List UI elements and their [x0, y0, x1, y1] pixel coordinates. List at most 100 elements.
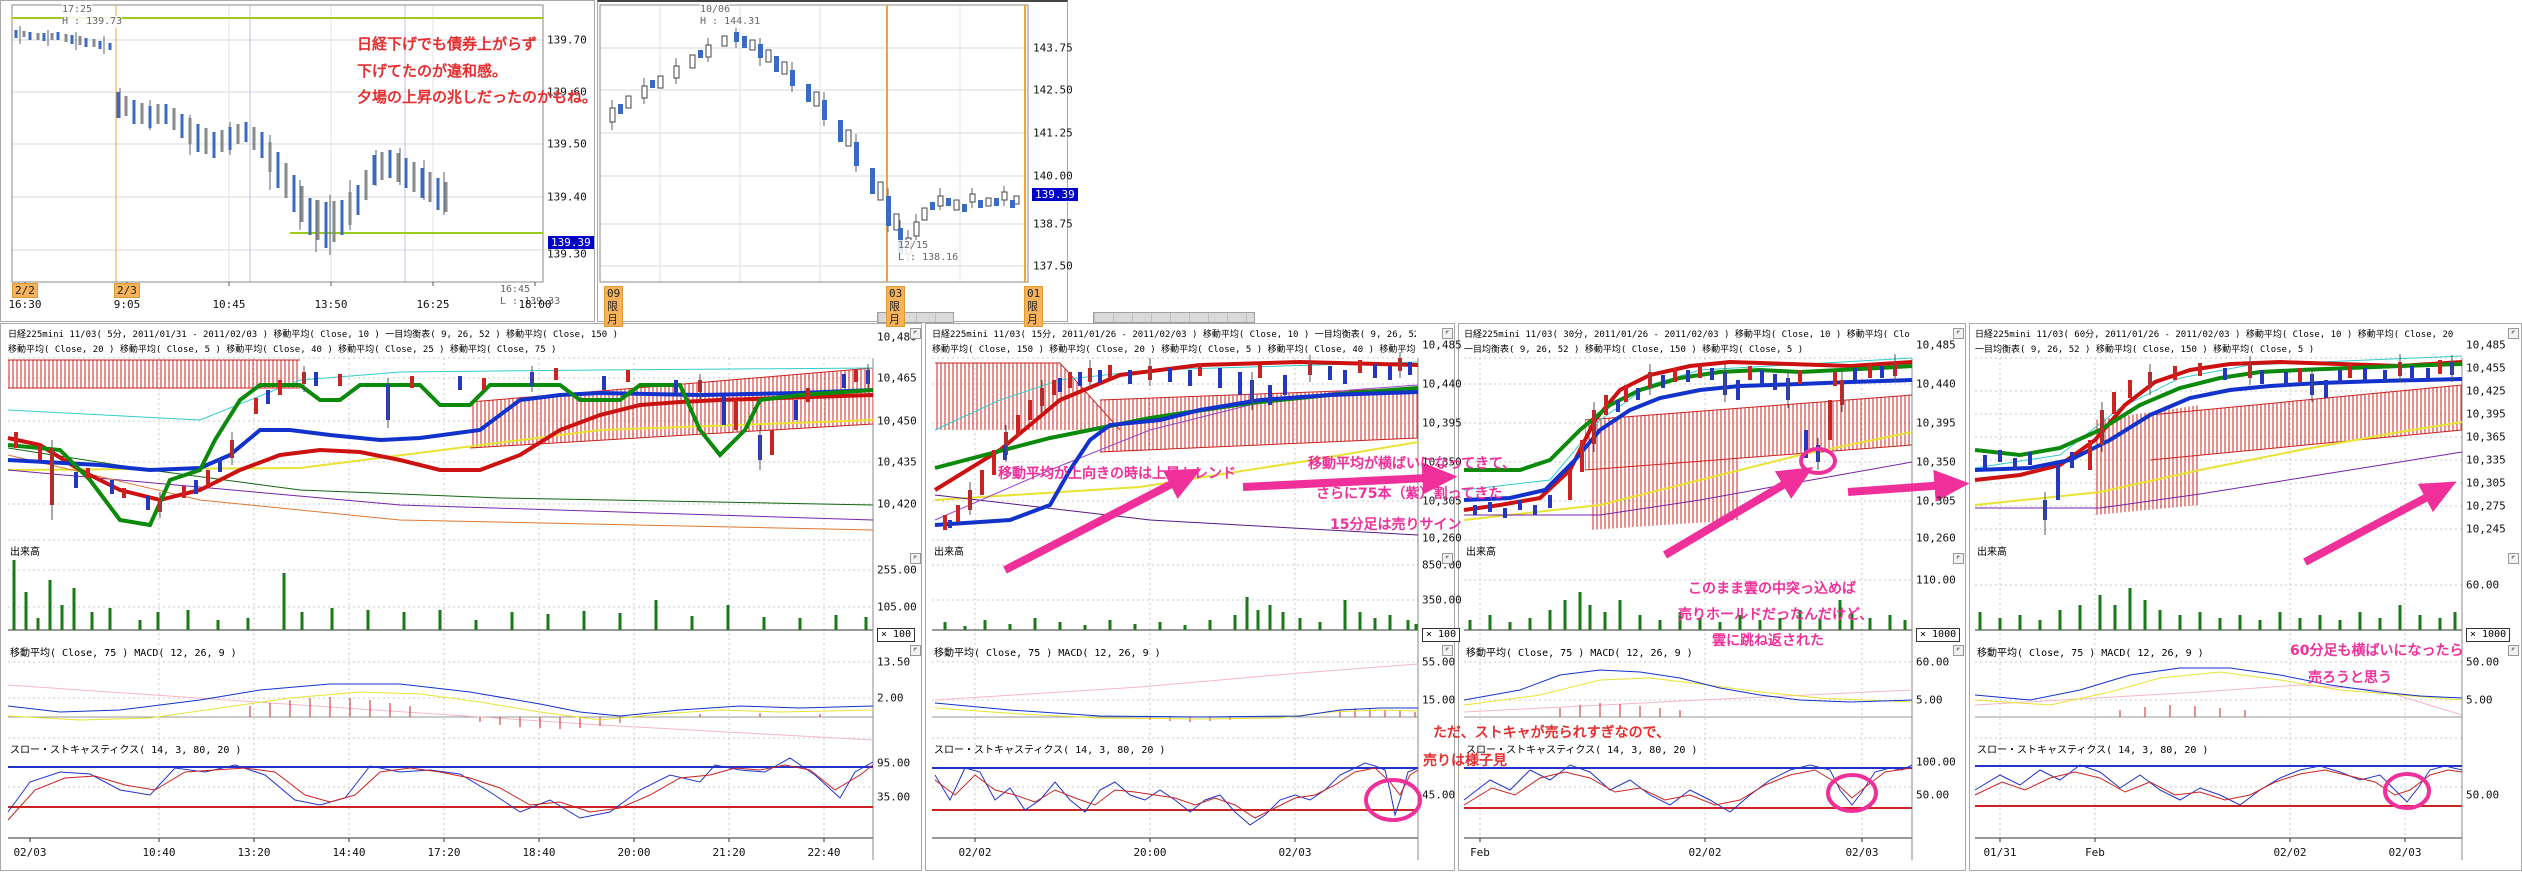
x-axis-tick-label: 01/31 [1983, 846, 2016, 859]
x-axis-tick-label: 02/02 [958, 846, 991, 859]
y-axis-tick-label: 10,260 [1916, 532, 1956, 545]
x-axis-tick-label: 02/03 [1278, 846, 1311, 859]
panel2-macd [935, 664, 1418, 722]
x-axis-tick-label: 02/03 [1845, 846, 1878, 859]
y-axis-tick-label: 10,395 [2466, 408, 2506, 421]
low-marker-time: 12/15 [898, 240, 928, 252]
y-axis-tick-label: 110.00 [1916, 574, 1956, 587]
panel3-volume-label: 出来高 [1466, 543, 1496, 558]
bond-annotation-line3: 夕場の上昇の兆しだったのかもね。 [357, 86, 597, 107]
low-marker-value: L : 138.16 [898, 252, 958, 264]
section-resize-icon[interactable]: ◤ [2508, 553, 2519, 564]
y-axis-tick-label: 55.00 [1422, 656, 1455, 669]
section-resize-icon[interactable]: ◤ [1442, 645, 1453, 656]
x-axis-tick-label: 9:05 [114, 298, 141, 311]
y-axis-tick-label: 5.00 [1916, 694, 1943, 707]
panel3-volume-scale-badge: × 1000 [1916, 628, 1960, 642]
y-axis-tick-label: 10,485 [1916, 339, 1956, 352]
y-axis-tick-label: 10,435 [877, 456, 917, 469]
x-axis-tick-label: 02/03 [2388, 846, 2421, 859]
p3-cloud-note-1: このまま雲の中突っ込めば [1688, 578, 1856, 598]
panel1-volume-scale-badge: × 100 [877, 628, 915, 642]
panel2-volume-scale-badge: × 100 [1422, 628, 1460, 642]
y-axis-tick-label: 35.00 [877, 791, 910, 804]
bond-daily-candles [610, 24, 1019, 262]
high-marker-value: H : 139.73 [62, 16, 122, 28]
y-axis-tick-label: 10,305 [1916, 495, 1956, 508]
x-axis-tick-label: 13:20 [237, 846, 270, 859]
low-marker-time: 16:45 [500, 284, 530, 296]
y-axis-tick-label: 143.75 [1033, 42, 1073, 55]
trading-app-screenshot: { "colors":{"accent_pink":"#f0309a","ann… [0, 0, 2522, 872]
x-axis-tick-label: 10:40 [142, 846, 175, 859]
y-axis-tick-label: 141.25 [1033, 127, 1073, 140]
section-resize-icon[interactable]: ◤ [1953, 553, 1964, 564]
panel1-title-line2: 移動平均( Close, 20 ) 移動平均( Close, 5 ) 移動平均(… [8, 342, 870, 355]
y-axis-tick-label: 10,485 [1422, 339, 1462, 352]
panel2-title: 日経225mini 11/03( 15分, 2011/01/26 - 2011/… [932, 327, 1416, 340]
x-axis-tick-label: 10:45 [212, 298, 245, 311]
high-marker-value: H : 144.31 [700, 16, 760, 28]
p2-sell-signal-note: 15分足は売りサイン [1330, 514, 1461, 534]
section-resize-icon[interactable]: ◤ [1442, 553, 1453, 564]
expiry-month-badge: 03限月 [886, 286, 905, 327]
panel4-macd-header: 移動平均( Close, 75 ) MACD( 12, 26, 9 ) [1977, 644, 2204, 659]
y-axis-tick-label: 2.00 [877, 692, 904, 705]
y-axis-tick-label: 15.00 [1422, 694, 1455, 707]
section-resize-icon[interactable]: ◤ [910, 645, 921, 656]
date-badge: 2/3 [114, 283, 140, 298]
x-axis-tick-label: Feb [1470, 846, 1490, 859]
p4-sideways-note-1: 60分足も横ばいになったら [2290, 640, 2463, 660]
y-axis-tick-label: 50.00 [2466, 656, 2499, 669]
y-axis-tick-label: 10,395 [1916, 417, 1956, 430]
x-axis-tick-label: 21:20 [712, 846, 745, 859]
p2-stoch-note-1: ただ、ストキャが売られすぎなので、 [1433, 722, 1670, 742]
bond-daily-grid [600, 5, 1028, 282]
p3-cloud-note-2: 売りホールドだったんだけど、 [1678, 604, 1873, 624]
panel1-volume-label: 出来高 [10, 543, 40, 558]
x-axis-tick-label: 14:40 [332, 846, 365, 859]
y-axis-tick-label: 139.50 [547, 138, 587, 151]
panel1-moving-averages [8, 368, 873, 530]
y-axis-tick-label: 50.00 [2466, 789, 2499, 802]
panel2-title-line2: 移動平均( Close, 150 ) 移動平均( Close, 20 ) 移動平… [932, 342, 1416, 355]
section-resize-icon[interactable]: ◤ [1442, 328, 1453, 339]
y-axis-tick-label: 10,395 [1422, 417, 1462, 430]
y-axis-tick-label: 45.00 [1422, 789, 1455, 802]
section-resize-icon[interactable]: ◤ [1953, 328, 1964, 339]
section-resize-icon[interactable]: ◤ [2508, 328, 2519, 339]
panel2-macd-header: 移動平均( Close, 75 ) MACD( 12, 26, 9 ) [934, 644, 1161, 659]
high-marker-time: 17:25 [62, 4, 92, 16]
x-axis-tick-label: 17:20 [427, 846, 460, 859]
y-axis-tick-label: 10,245 [2466, 523, 2506, 536]
y-axis-tick-label: 350.00 [1422, 594, 1462, 607]
section-resize-icon[interactable]: ◤ [1953, 645, 1964, 656]
panel4-title-line2: 一目均衡表( 9, 26, 52 ) 移動平均( Close, 150 ) 移動… [1975, 342, 2460, 355]
x-axis-tick-label: 02/02 [2273, 846, 2306, 859]
section-resize-icon[interactable]: ◤ [2508, 645, 2519, 656]
panel2-stoch-header: スロー・ストキャスティクス( 14, 3, 80, 20 ) [934, 741, 1165, 756]
panel3-macd-header: 移動平均( Close, 75 ) MACD( 12, 26, 9 ) [1466, 644, 1693, 659]
y-axis-tick-label: 10,420 [877, 498, 917, 511]
section-resize-icon[interactable]: ◤ [910, 328, 921, 339]
y-axis-tick-label: 138.75 [1033, 218, 1073, 231]
x-axis-tick-label: 22:40 [807, 846, 840, 859]
x-axis-tick-label: 02/03 [13, 846, 46, 859]
x-axis-tick-label: 20:00 [617, 846, 650, 859]
y-axis-tick-label: 100.00 [1916, 756, 1956, 769]
panel1-title: 日経225mini 11/03( 5分, 2011/01/31 - 2011/0… [8, 327, 870, 340]
y-axis-tick-label: 10,335 [2466, 454, 2506, 467]
panel2-volume-bars [945, 597, 1416, 630]
y-axis-tick-label: 10,425 [2466, 385, 2506, 398]
section-resize-icon[interactable]: ◤ [910, 553, 921, 564]
expiry-month-badge: 01限月 [1024, 286, 1043, 327]
y-axis-tick-label: 10,275 [2466, 500, 2506, 513]
y-axis-tick-label: 60.00 [2466, 579, 2499, 592]
panel4-stoch-header: スロー・ストキャスティクス( 14, 3, 80, 20 ) [1977, 741, 2208, 756]
p4-sideways-note-2: 売ろうと思う [2308, 667, 2392, 687]
y-axis-tick-label: 60.00 [1916, 656, 1949, 669]
y-axis-tick-label: 5.00 [2466, 694, 2493, 707]
panel2-volume-label: 出来高 [934, 543, 964, 558]
y-axis-tick-label: 10,455 [2466, 362, 2506, 375]
p3-cloud-note-3: 雲に跳ね返された [1712, 630, 1824, 650]
